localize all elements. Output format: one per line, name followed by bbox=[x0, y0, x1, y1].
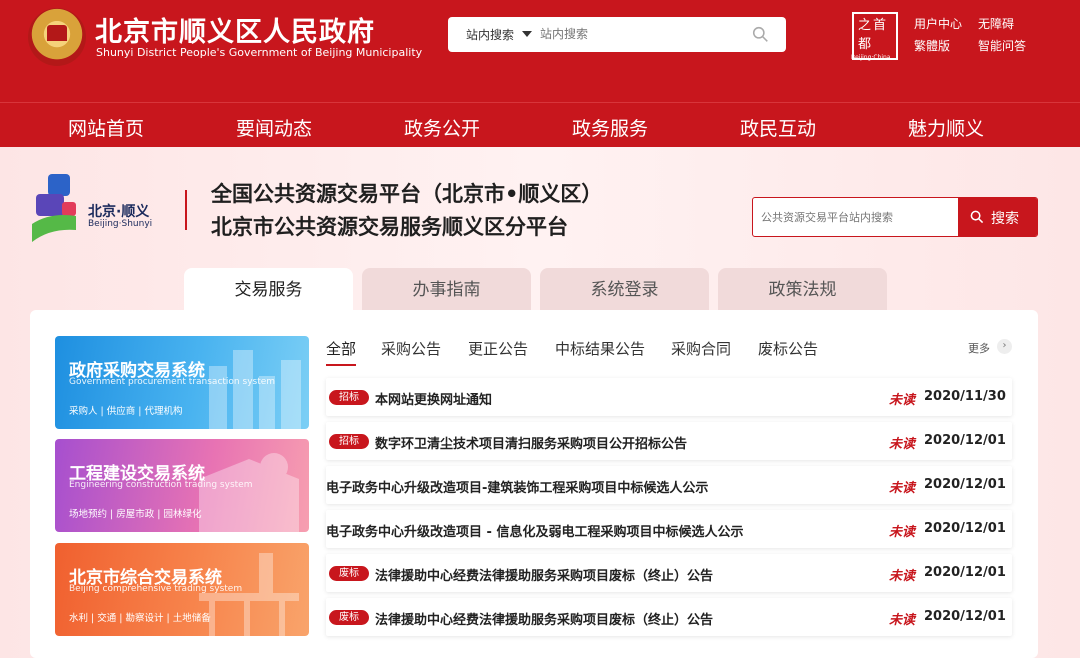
platform-title-line1: 全国公共资源交易平台（北京市•顺义区） bbox=[211, 182, 603, 206]
notice-date: 2020/12/01 bbox=[924, 433, 1006, 448]
filter-tab-correction[interactable]: 更正公告 bbox=[468, 338, 528, 359]
tab-policies[interactable]: 政策法规 bbox=[718, 268, 887, 311]
shunyi-logo-cn: 北京·顺义 bbox=[88, 204, 150, 220]
notice-title[interactable]: 数字环卫清尘技术项目清扫服务采购项目公开招标公告 bbox=[375, 433, 687, 452]
search-icon[interactable] bbox=[752, 26, 769, 43]
notice-badge: 废标 bbox=[329, 610, 369, 625]
system-en-title: Beijing comprehensive trading system bbox=[69, 584, 243, 594]
platform-search-input[interactable] bbox=[761, 208, 951, 226]
site-search: 站内搜索 bbox=[448, 17, 786, 52]
filter-tab-procurement[interactable]: 采购公告 bbox=[381, 338, 441, 359]
filter-tab-all[interactable]: 全部 bbox=[326, 338, 356, 359]
system-card-gov-procurement[interactable]: 政府采购交易系统 Government procurement transact… bbox=[55, 336, 309, 429]
notice-title[interactable]: 电子政务中心升级改造项目 - 信息化及弱电工程采购项目中标候选人公示 bbox=[326, 521, 743, 540]
smart-qa-link[interactable]: 智能问答 bbox=[978, 37, 1026, 54]
notice-badge: 废标 bbox=[329, 566, 369, 581]
notice-row[interactable]: 废标 法律援助中心经费法律援助服务采购项目废标（终止）公告 未读 2020/12… bbox=[326, 598, 1012, 636]
notice-row[interactable]: 电子政务中心升级改造项目 - 信息化及弱电工程采购项目中标候选人公示 未读 20… bbox=[326, 510, 1012, 548]
notice-date: 2020/12/01 bbox=[924, 521, 1006, 536]
chevron-right-icon[interactable]: › bbox=[997, 339, 1012, 354]
notice-status: 未读 bbox=[889, 613, 916, 628]
notice-status: 未读 bbox=[889, 525, 916, 540]
shunyi-logo-en: Beijing·Shunyi bbox=[88, 219, 153, 229]
notice-status: 未读 bbox=[889, 393, 916, 408]
notice-row[interactable]: 招标 本网站更换网址通知 未读 2020/11/30 bbox=[326, 378, 1012, 416]
system-en-title: Engineering construction trading system bbox=[69, 480, 253, 490]
filter-tab-void[interactable]: 废标公告 bbox=[758, 338, 818, 359]
nav-item-gov-affairs[interactable]: 政务公开 bbox=[404, 114, 480, 141]
notice-row[interactable]: 电子政务中心升级改造项目-建筑装饰工程采购项目中标候选人公示 未读 2020/1… bbox=[326, 466, 1012, 504]
notice-status: 未读 bbox=[889, 481, 916, 496]
site-header: 北京市顺义区人民政府 Shunyi District People's Gove… bbox=[0, 0, 1080, 102]
notice-status: 未读 bbox=[889, 569, 916, 584]
platform-title-line2: 北京市公共资源交易服务顺义区分平台 bbox=[211, 215, 568, 239]
tab-guide[interactable]: 办事指南 bbox=[362, 268, 531, 311]
shunyi-logo-icon[interactable] bbox=[30, 172, 90, 244]
notice-title[interactable]: 电子政务中心升级改造项目-建筑装饰工程采购项目中标候选人公示 bbox=[326, 477, 708, 496]
notice-date: 2020/12/01 bbox=[924, 477, 1006, 492]
main-nav: 网站首页 要闻动态 政务公开 政务服务 政民互动 魅力顺义 bbox=[0, 102, 1080, 147]
notice-date: 2020/12/01 bbox=[924, 565, 1006, 580]
nav-item-news[interactable]: 要闻动态 bbox=[236, 114, 312, 141]
nav-item-home[interactable]: 网站首页 bbox=[68, 114, 144, 141]
accessibility-link[interactable]: 无障碍 bbox=[978, 15, 1014, 32]
notice-badge: 招标 bbox=[329, 434, 369, 449]
notice-row[interactable]: 招标 数字环卫清尘技术项目清扫服务采购项目公开招标公告 未读 2020/12/0… bbox=[326, 422, 1012, 460]
nav-item-gov-services[interactable]: 政务服务 bbox=[572, 114, 648, 141]
active-tab-indicator bbox=[326, 364, 356, 366]
beijing-logo-caption: Beijing·China bbox=[851, 54, 891, 61]
notice-date: 2020/12/01 bbox=[924, 609, 1006, 624]
notice-date: 2020/11/30 bbox=[924, 389, 1006, 404]
search-scope-select[interactable]: 站内搜索 bbox=[466, 26, 514, 43]
caret-down-icon[interactable] bbox=[522, 31, 532, 37]
beijing-capital-logo[interactable]: 之首都 bbox=[852, 12, 898, 60]
system-tags: 采购人 | 供应商 | 代理机构 bbox=[69, 406, 183, 417]
notice-title[interactable]: 法律援助中心经费法律援助服务采购项目废标（终止）公告 bbox=[375, 565, 713, 584]
system-tags: 场地预约 | 房屋市政 | 园林绿化 bbox=[69, 509, 202, 520]
system-card-comprehensive[interactable]: 北京市综合交易系统 Beijing comprehensive trading … bbox=[55, 543, 309, 636]
tab-trading-services[interactable]: 交易服务 bbox=[184, 268, 353, 311]
tab-system-login[interactable]: 系统登录 bbox=[540, 268, 709, 311]
notice-title[interactable]: 本网站更换网址通知 bbox=[375, 389, 492, 408]
notice-status: 未读 bbox=[889, 437, 916, 452]
notice-row[interactable]: 废标 法律援助中心经费法律援助服务采购项目废标（终止）公告 未读 2020/12… bbox=[326, 554, 1012, 592]
traditional-chinese-link[interactable]: 繁體版 bbox=[914, 37, 950, 54]
platform-search-button[interactable]: 搜索 bbox=[958, 198, 1037, 236]
system-card-construction[interactable]: 工程建设交易系统 Engineering construction tradin… bbox=[55, 439, 309, 532]
filter-tab-contract[interactable]: 采购合同 bbox=[671, 338, 731, 359]
system-tags: 水利 | 交通 | 勘察设计 | 土地储备 bbox=[69, 613, 211, 624]
notice-title[interactable]: 法律援助中心经费法律援助服务采购项目废标（终止）公告 bbox=[375, 609, 713, 628]
system-en-title: Government procurement transaction syste… bbox=[69, 377, 276, 387]
site-title[interactable]: 北京市顺义区人民政府 bbox=[95, 10, 375, 49]
notice-badge: 招标 bbox=[329, 390, 369, 405]
site-subtitle: Shunyi District People's Government of B… bbox=[96, 46, 423, 59]
search-icon bbox=[970, 210, 984, 224]
platform-search: 搜索 bbox=[752, 197, 1038, 237]
user-center-link[interactable]: 用户中心 bbox=[914, 15, 962, 32]
nav-item-interaction[interactable]: 政民互动 bbox=[740, 114, 816, 141]
more-link[interactable]: 更多 bbox=[968, 340, 990, 356]
logo-divider bbox=[185, 190, 187, 230]
national-emblem-icon bbox=[28, 8, 86, 66]
filter-tab-award[interactable]: 中标结果公告 bbox=[555, 338, 645, 359]
search-input[interactable] bbox=[540, 23, 730, 45]
nav-item-charm-shunyi[interactable]: 魅力顺义 bbox=[908, 114, 984, 141]
